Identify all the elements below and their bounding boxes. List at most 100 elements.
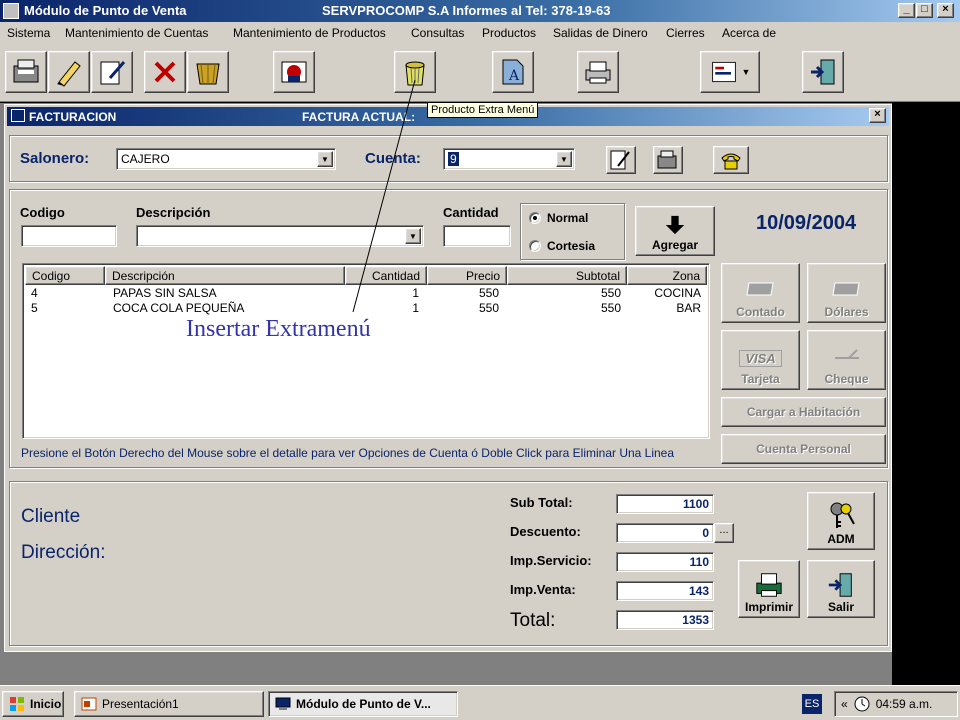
imprimir-button[interactable]: Imprimir [738,560,800,618]
cuenta-select[interactable]: 9 ▼ [443,148,575,170]
cell-codigo: 4 [31,286,38,300]
task2-label: Módulo de Punto de V... [296,697,431,711]
menu-acerca[interactable]: Acerca de [722,26,776,40]
child-close-button[interactable]: × [869,108,886,123]
total-label: Total: [510,610,556,631]
toolbar: A ▼ [0,44,960,102]
direccion-label: Dirección: [21,542,106,563]
tarjeta-button[interactable]: VISA Tarjeta [721,330,800,390]
detalle-panel: Codigo Descripción ▼ Cantidad Normal Cor… [9,189,889,469]
cheque-button[interactable]: Cheque [807,330,886,390]
annotation-text: Insertar Extramenú [186,316,371,342]
tipo-group: Normal Cortesia [520,203,626,261]
desktop-edge [892,103,960,685]
phone-button[interactable] [713,146,749,174]
cuenta-personal-button[interactable]: Cuenta Personal [721,434,886,464]
cantidad-label: Cantidad [443,205,499,220]
basket-button[interactable] [187,51,229,93]
exit-door-icon [811,59,835,85]
cell-descripcion: COCA COLA PEQUEÑA [113,301,245,315]
codigo-input[interactable] [21,225,117,247]
col-descripcion[interactable]: Descripción [105,266,345,285]
computer-icon [275,697,291,710]
venta-field: 143 [616,581,714,601]
document-pen-icon [100,61,126,85]
printer-icon [585,61,611,84]
menu-mant-cuentas[interactable]: Mantenimiento de Cuentas [65,26,208,40]
print-button[interactable] [577,51,619,93]
adm-button[interactable]: ADM [807,492,875,550]
chevron-down-icon[interactable]: ▼ [556,151,572,167]
tray-expand-icon[interactable]: « [841,697,848,711]
reports-button[interactable]: A [492,51,534,93]
maximize-button[interactable]: □ [916,3,933,18]
descripcion-label: Descripción [136,205,211,220]
task-modulo[interactable]: Módulo de Punto de V... [268,691,458,717]
col-precio[interactable]: Precio [427,266,507,285]
menu-consultas[interactable]: Consultas [411,26,464,40]
cash-icon [745,282,774,296]
menu-mant-productos[interactable]: Mantenimiento de Productos [233,26,386,40]
menu-salidas[interactable]: Salidas de Dinero [553,26,648,40]
modify-button[interactable] [91,51,133,93]
total-field: 1353 [616,610,714,630]
telephone-icon [721,153,741,170]
delete-button[interactable] [144,51,186,93]
options-dropdown-button[interactable]: ▼ [700,51,760,93]
book-icon [11,109,25,122]
chef-button[interactable] [273,51,315,93]
keys-icon [830,502,855,528]
edit-button[interactable] [48,51,90,93]
salir-button[interactable]: Salir [807,560,875,618]
clock-icon [854,696,870,712]
cortesia-label: Cortesia [547,239,596,253]
menu-cierres[interactable]: Cierres [666,26,705,40]
close-button[interactable]: × [937,3,954,18]
menu-bar: Sistema Mantenimiento de Cuentas Manteni… [0,22,960,44]
menu-productos[interactable]: Productos [482,26,536,40]
col-subtotal[interactable]: Subtotal [507,266,627,285]
col-codigo[interactable]: Codigo [25,266,105,285]
codigo-label: Codigo [20,205,65,220]
register-cuenta-button[interactable] [653,146,683,174]
powerpoint-icon [81,697,97,711]
col-zona[interactable]: Zona [627,266,707,285]
child-title: FACTURACION [29,110,117,124]
venta-label: Imp.Venta: [510,582,576,597]
task1-label: Presentación1 [102,697,179,711]
cargar-habitacion-button[interactable]: Cargar a Habitación [721,397,886,427]
minimize-button[interactable]: _ [898,3,915,18]
salonero-select[interactable]: CAJERO ▼ [116,148,336,170]
cantidad-input[interactable] [443,225,511,247]
cell-codigo: 5 [31,301,38,315]
descuento-field[interactable]: 0 [616,523,714,543]
book-icon: A [502,59,524,85]
cortesia-radio[interactable]: Cortesia [529,239,595,253]
menu-sistema[interactable]: Sistema [7,26,50,40]
register-button[interactable] [5,51,47,93]
radio-selected-icon [529,212,541,224]
salonero-panel: Salonero: CAJERO ▼ Cuenta: 9 ▼ [9,135,889,183]
cash-register-icon [657,150,677,169]
radio-empty-icon [529,240,541,252]
servicio-field: 110 [616,552,714,572]
normal-radio[interactable]: Normal [529,211,588,225]
edit-cuenta-button[interactable] [606,146,636,174]
descuento-ellipsis-button[interactable]: ... [714,523,734,543]
main-title-bar[interactable]: Módulo de Punto de Venta SERVPROCOMP S.A… [0,0,960,22]
agregar-button[interactable]: Agregar [635,206,715,256]
tooltip: Producto Extra Menú [427,102,539,118]
printer-icon [756,573,782,597]
normal-label: Normal [547,211,589,225]
contado-button[interactable]: Contado [721,263,800,323]
language-indicator[interactable]: ES [802,694,822,714]
cell-zona: COCINA [654,286,701,300]
dolares-button[interactable]: Dólares [807,263,886,323]
descuento-label: Descuento: [510,524,581,539]
start-button[interactable]: Inicio [2,691,64,717]
app-icon [3,3,19,19]
task-presentacion[interactable]: Presentación1 [74,691,264,717]
chevron-down-icon[interactable]: ▼ [317,151,333,167]
exit-toolbar-button[interactable] [802,51,844,93]
clock-time[interactable]: 04:59 a.m. [876,697,933,711]
